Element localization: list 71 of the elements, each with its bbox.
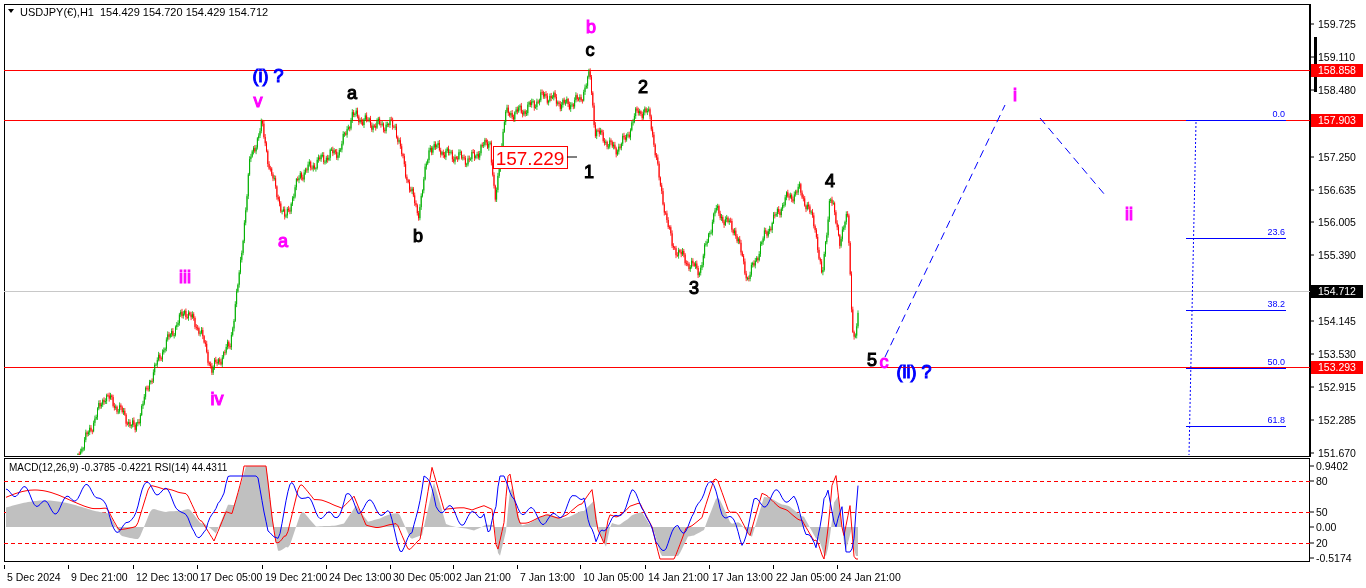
indicator-axis-label: -0.5174 — [1316, 552, 1352, 564]
wave-label: ii — [1125, 204, 1133, 224]
fibonacci-level-line[interactable] — [1185, 238, 1287, 239]
wave-label: (i) ? — [252, 66, 284, 86]
fibonacci-level-line[interactable] — [1185, 426, 1287, 427]
price-marker: 158.858 — [1311, 64, 1363, 77]
fibonacci-trend-line[interactable] — [1188, 121, 1197, 456]
ohlc-values: 154.429 154.720 154.429 154.712 — [100, 6, 269, 18]
wave-label: iv — [210, 389, 224, 409]
time-axis-label: 17 Dec 05:00 — [200, 571, 263, 583]
price-tick-label: 152.915 — [1318, 381, 1356, 393]
wave-label: 2 — [638, 77, 648, 97]
indicator-axis-label: 50 — [1316, 506, 1328, 518]
time-axis-label: 24 Dec 13:00 — [329, 571, 392, 583]
time-axis-label: 2 Jan 21:00 — [456, 571, 511, 583]
wave-label: (ii) ? — [896, 362, 932, 382]
collapse-triangle-icon[interactable] — [8, 9, 14, 13]
indicator-title: MACD(12,26,9) -0.3785 -0.4221 RSI(14) 44.4311 — [9, 462, 228, 473]
price-tick-label: 158.480 — [1318, 84, 1356, 96]
wave-label: a — [347, 83, 357, 103]
wave-label: 1 — [584, 162, 594, 182]
indicator-axis-label: 0.00 — [1316, 521, 1337, 533]
price-tick-label: 155.390 — [1318, 249, 1356, 261]
price-tick-label: 154.145 — [1318, 315, 1356, 327]
wave-label: a — [278, 231, 288, 251]
price-tick-label: 156.635 — [1318, 184, 1356, 196]
fibonacci-level-label: 0.0 — [1272, 109, 1285, 119]
wave-label: i — [1013, 85, 1017, 105]
price-tick-label: 153.530 — [1318, 348, 1356, 360]
time-axis-label: 17 Jan 13:00 — [712, 571, 773, 583]
wave-label: v — [253, 91, 263, 111]
wave-label: b — [413, 226, 423, 246]
time-axis-label: 14 Jan 21:00 — [648, 571, 709, 583]
fibonacci-level-line[interactable] — [1185, 368, 1287, 369]
wave-label: c — [585, 40, 595, 60]
fibonacci-level-line[interactable] — [1185, 310, 1287, 311]
price-marker: 153.293 — [1311, 361, 1363, 374]
price-tick-label: 157.250 — [1318, 151, 1356, 163]
price-tick-label: 159.725 — [1318, 18, 1356, 30]
indicator-axis-label: 80 — [1316, 475, 1328, 487]
price-tick-label: 156.005 — [1318, 216, 1356, 228]
time-axis-label: 7 Jan 13:00 — [520, 571, 575, 583]
wave-label: c — [879, 352, 889, 372]
time-axis-label: 12 Dec 13:00 — [136, 571, 199, 583]
time-axis-label: 30 Dec 05:00 — [393, 571, 456, 583]
projected-wave-line[interactable] — [1039, 117, 1106, 196]
time-axis-label: 22 Jan 05:00 — [776, 571, 837, 583]
time-axis-label: 5 Dec 2024 — [7, 571, 61, 583]
price-tick-label: 159.110 — [1318, 51, 1356, 63]
wave-label: 3 — [689, 278, 699, 298]
time-axis-label: 24 Jan 21:00 — [840, 571, 901, 583]
time-axis-label: 9 Dec 21:00 — [71, 571, 128, 583]
wave-label: 5 — [867, 350, 877, 370]
fibonacci-level-label: 23.6 — [1267, 227, 1285, 237]
price-tick-label: 152.285 — [1318, 414, 1356, 426]
fibonacci-level-label: 61.8 — [1267, 415, 1285, 425]
price-label-box: 157.229 — [493, 146, 568, 169]
fibonacci-level-label: 38.2 — [1267, 299, 1285, 309]
indicator-axis-label: 0.9402 — [1316, 460, 1349, 472]
price-marker: 154.712 — [1311, 285, 1363, 298]
price-marker: 157.903 — [1311, 114, 1363, 127]
wave-label: 4 — [825, 171, 835, 191]
symbol-title: USDJPY(€),H1 — [20, 6, 94, 18]
time-axis-label: 19 Dec 21:00 — [265, 571, 328, 583]
indicator-axis-label: 20 — [1316, 537, 1328, 549]
price-tick-label: 151.670 — [1318, 447, 1356, 459]
wave-label: b — [586, 17, 596, 37]
wave-label: iii — [179, 267, 191, 287]
fibonacci-level-label: 50.0 — [1267, 357, 1285, 367]
time-axis-label: 10 Jan 05:00 — [583, 571, 644, 583]
fibonacci-level-line[interactable] — [1185, 120, 1287, 121]
